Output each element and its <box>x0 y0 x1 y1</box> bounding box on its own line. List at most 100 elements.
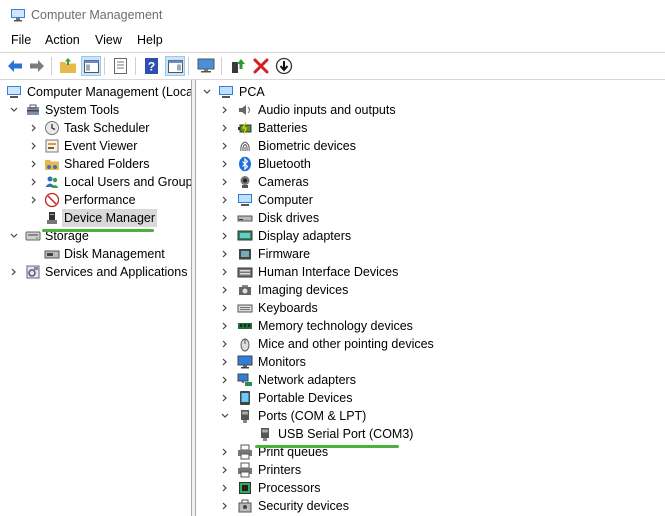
menu-file[interactable]: File <box>11 33 31 47</box>
toolbar-separator <box>188 57 189 75</box>
device-category-monitors[interactable]: Monitors <box>197 353 665 371</box>
tree-item-system-tools[interactable]: System Tools <box>0 101 191 119</box>
chevron-right-icon[interactable] <box>219 209 231 227</box>
device-category-cameras[interactable]: Cameras <box>197 173 665 191</box>
tree-item-label: Performance <box>64 193 136 207</box>
tree-item-label: Local Users and Groups <box>64 175 192 189</box>
tree-item-task-scheduler[interactable]: Task Scheduler <box>0 119 191 137</box>
memory-icon <box>237 318 253 334</box>
device-label: Computer <box>258 193 313 207</box>
chevron-down-icon[interactable] <box>219 407 231 425</box>
tree-item-event-viewer[interactable]: Event Viewer <box>0 137 191 155</box>
performance-icon <box>44 192 60 208</box>
chevron-right-icon[interactable] <box>219 191 231 209</box>
chevron-right-icon[interactable] <box>219 119 231 137</box>
disk-management-icon <box>44 246 60 262</box>
device-category-processors[interactable]: Processors <box>197 479 665 497</box>
chevron-right-icon[interactable] <box>219 317 231 335</box>
shared-folders-icon <box>44 156 60 172</box>
show-hide-console-tree-icon[interactable] <box>81 56 101 76</box>
update-driver-icon[interactable] <box>228 56 248 76</box>
back-arrow-icon[interactable] <box>5 56 25 76</box>
display-adapter-icon <box>237 228 253 244</box>
device-item-usb-serial-port-com3[interactable]: USB Serial Port (COM3) <box>197 425 665 443</box>
chevron-right-icon[interactable] <box>219 137 231 155</box>
download-arrow-icon[interactable] <box>274 56 294 76</box>
chevron-right-icon[interactable] <box>219 227 231 245</box>
chevron-right-icon[interactable] <box>28 173 40 191</box>
device-tree-root[interactable]: PCA <box>197 83 665 101</box>
printer-icon <box>237 462 253 478</box>
monitor-icon[interactable] <box>196 56 216 76</box>
pane-splitter[interactable] <box>192 80 196 516</box>
device-category-bluetooth[interactable]: Bluetooth <box>197 155 665 173</box>
chevron-down-icon[interactable] <box>8 101 20 119</box>
menu-action[interactable]: Action <box>45 33 80 47</box>
chevron-right-icon[interactable] <box>28 119 40 137</box>
tree-item-device-manager[interactable]: Device Manager <box>0 209 191 227</box>
chevron-right-icon[interactable] <box>219 443 231 461</box>
device-category-network-adapters[interactable]: Network adapters <box>197 371 665 389</box>
device-category-computer[interactable]: Computer <box>197 191 665 209</box>
chevron-right-icon[interactable] <box>219 263 231 281</box>
chevron-right-icon[interactable] <box>219 371 231 389</box>
tree-item-disk-management[interactable]: Disk Management <box>0 245 191 263</box>
imaging-icon <box>237 282 253 298</box>
uninstall-x-icon[interactable] <box>251 56 271 76</box>
properties-icon[interactable] <box>111 56 131 76</box>
device-category-audio-inputs-and-outputs[interactable]: Audio inputs and outputs <box>197 101 665 119</box>
device-tree-root-label: PCA <box>239 85 265 99</box>
device-category-keyboards[interactable]: Keyboards <box>197 299 665 317</box>
chevron-right-icon[interactable] <box>219 173 231 191</box>
chevron-right-icon[interactable] <box>219 353 231 371</box>
device-category-disk-drives[interactable]: Disk drives <box>197 209 665 227</box>
computer-icon <box>218 84 234 100</box>
chevron-right-icon[interactable] <box>219 497 231 515</box>
chevron-right-icon[interactable] <box>219 389 231 407</box>
device-category-printers[interactable]: Printers <box>197 461 665 479</box>
chevron-right-icon[interactable] <box>219 281 231 299</box>
show-action-pane-icon[interactable] <box>165 56 185 76</box>
tree-item-shared-folders[interactable]: Shared Folders <box>0 155 191 173</box>
device-category-display-adapters[interactable]: Display adapters <box>197 227 665 245</box>
chevron-down-icon[interactable] <box>201 83 213 101</box>
chevron-right-icon[interactable] <box>219 299 231 317</box>
device-category-ports-com-lpt[interactable]: Ports (COM & LPT) <box>197 407 665 425</box>
device-category-mice-and-other-pointing-devices[interactable]: Mice and other pointing devices <box>197 335 665 353</box>
up-folder-icon[interactable] <box>58 56 78 76</box>
device-category-memory-technology-devices[interactable]: Memory technology devices <box>197 317 665 335</box>
chevron-right-icon[interactable] <box>219 461 231 479</box>
chevron-right-icon[interactable] <box>28 191 40 209</box>
chevron-right-icon[interactable] <box>219 479 231 497</box>
menu-view[interactable]: View <box>95 33 122 47</box>
chevron-right-icon[interactable] <box>219 335 231 353</box>
chevron-right-icon[interactable] <box>8 263 20 281</box>
chevron-down-icon[interactable] <box>8 227 20 245</box>
users-icon <box>44 174 60 190</box>
tree-item-services-and-applications[interactable]: Services and Applications <box>0 263 191 281</box>
chevron-right-icon[interactable] <box>219 101 231 119</box>
chevron-right-icon[interactable] <box>28 137 40 155</box>
device-label: Portable Devices <box>258 391 353 405</box>
mouse-icon <box>237 336 253 352</box>
chevron-right-icon[interactable] <box>28 155 40 173</box>
device-category-imaging-devices[interactable]: Imaging devices <box>197 281 665 299</box>
forward-arrow-icon[interactable] <box>27 56 47 76</box>
tree-root[interactable]: Computer Management (Local <box>0 83 191 101</box>
device-category-firmware[interactable]: Firmware <box>197 245 665 263</box>
chevron-right-icon[interactable] <box>219 245 231 263</box>
chevron-right-icon[interactable] <box>219 155 231 173</box>
device-category-human-interface-devices[interactable]: Human Interface Devices <box>197 263 665 281</box>
device-category-portable-devices[interactable]: Portable Devices <box>197 389 665 407</box>
help-icon[interactable]: ? <box>142 56 162 76</box>
device-tree: PCA Audio inputs and outputs Batteries Bio… <box>197 80 665 516</box>
device-category-biometric-devices[interactable]: Biometric devices <box>197 137 665 155</box>
toolbar-separator <box>104 57 105 75</box>
tree-item-local-users-and-groups[interactable]: Local Users and Groups <box>0 173 192 191</box>
device-category-security-devices[interactable]: Security devices <box>197 497 665 515</box>
device-category-batteries[interactable]: Batteries <box>197 119 665 137</box>
console-tree: Computer Management (Local System Tools T… <box>0 80 192 516</box>
tree-item-performance[interactable]: Performance <box>0 191 191 209</box>
menu-help[interactable]: Help <box>137 33 163 47</box>
event-viewer-icon <box>44 138 60 154</box>
